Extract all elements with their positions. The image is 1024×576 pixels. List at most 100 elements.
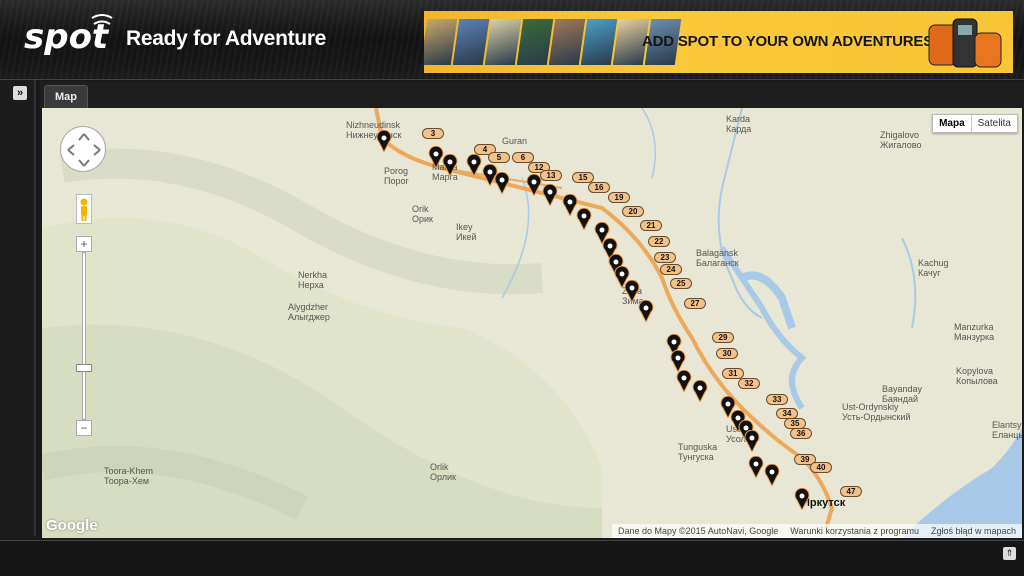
place-name-cyrillic: Икей bbox=[456, 232, 477, 242]
track-point-number[interactable]: 3 bbox=[422, 128, 444, 139]
zoom-slider-thumb[interactable] bbox=[76, 364, 92, 372]
track-point-number[interactable]: 19 bbox=[608, 192, 630, 203]
svg-text:spot: spot bbox=[24, 17, 110, 57]
place-label: Karda Карда bbox=[726, 114, 751, 134]
place-name: Toora-Khem bbox=[104, 466, 154, 476]
place-label: Kachug Качуг bbox=[918, 258, 949, 278]
ad-banner[interactable]: ADD SPOT TO YOUR OWN ADVENTURES >> bbox=[424, 11, 1013, 73]
place-name-cyrillic: Усть-Ордынский bbox=[842, 412, 911, 422]
place-name-cyrillic: Балаганск bbox=[696, 258, 739, 268]
track-point-pin-icon[interactable] bbox=[676, 370, 692, 392]
track-point-pin-icon[interactable] bbox=[624, 280, 640, 302]
track-point-number[interactable]: 23 bbox=[654, 252, 676, 263]
zoom-in-button[interactable]: + bbox=[76, 236, 92, 252]
track-point-pin-icon[interactable] bbox=[466, 154, 482, 176]
place-label: Kopylova Копылова bbox=[956, 366, 998, 386]
place-name-cyrillic: Карда bbox=[726, 124, 752, 134]
zoom-slider-track[interactable] bbox=[82, 252, 86, 420]
place-label: Nerkha Нерха bbox=[298, 270, 327, 290]
collapse-panel-button[interactable]: ⇑ bbox=[1003, 547, 1016, 560]
track-point-number[interactable]: 24 bbox=[660, 264, 682, 275]
track-point-number[interactable]: 33 bbox=[766, 394, 788, 405]
track-point-pin-icon[interactable] bbox=[748, 456, 764, 478]
place-name: Balagansk bbox=[696, 248, 739, 258]
banner-photo bbox=[516, 19, 554, 65]
place-label: Ikey Икей bbox=[456, 222, 477, 242]
place-label: Guran bbox=[502, 136, 527, 146]
place-name: Tunguska bbox=[678, 442, 718, 452]
track-point-number[interactable]: 27 bbox=[684, 298, 706, 309]
place-name-cyrillic: Манзурка bbox=[954, 332, 995, 342]
place-label: Balagansk Балаганск bbox=[696, 248, 739, 268]
track-point-pin-icon[interactable] bbox=[638, 300, 654, 322]
expand-sidebar-button[interactable]: » bbox=[13, 86, 27, 100]
report-error-link[interactable]: Zgłoś błąd w mapach bbox=[931, 524, 1016, 538]
track-point-pin-icon[interactable] bbox=[764, 464, 780, 486]
map-attribution: Dane do Mapy ©2015 AutoNavi, Google Waru… bbox=[612, 524, 1022, 538]
track-point-number[interactable]: 5 bbox=[488, 152, 510, 163]
track-point-pin-icon[interactable] bbox=[692, 380, 708, 402]
track-point-number[interactable]: 47 bbox=[840, 486, 862, 497]
place-name-cyrillic: Еланцы bbox=[992, 430, 1022, 440]
track-point-pin-icon[interactable] bbox=[670, 350, 686, 372]
map-type-satellite-button[interactable]: Satelita bbox=[972, 115, 1017, 132]
track-point-number[interactable]: 36 bbox=[790, 428, 812, 439]
place-name: Karda bbox=[726, 114, 751, 124]
track-point-pin-icon[interactable] bbox=[494, 172, 510, 194]
pan-arrows-icon bbox=[67, 133, 101, 167]
tab-map[interactable]: Map bbox=[44, 85, 88, 108]
map-type-control: Mapa Satelita bbox=[932, 114, 1018, 133]
place-name: Ikey bbox=[456, 222, 473, 232]
banner-photo bbox=[452, 19, 490, 65]
place-name-cyrillic: Тоора-Хем bbox=[104, 476, 150, 486]
place-name: Kachug bbox=[918, 258, 949, 268]
track-point-number[interactable]: 30 bbox=[716, 348, 738, 359]
footer-panel: ⇑ bbox=[0, 540, 1024, 576]
spot-devices-image bbox=[928, 18, 1002, 68]
tab-bar: Map bbox=[40, 82, 1024, 108]
track-point-number[interactable]: 25 bbox=[670, 278, 692, 289]
track-point-pin-icon[interactable] bbox=[526, 174, 542, 196]
place-label: Orlik Орлик bbox=[430, 462, 456, 482]
track-point-number[interactable]: 16 bbox=[588, 182, 610, 193]
site-header: spot Ready for Adventure ADD SPOT TO YOU… bbox=[0, 0, 1024, 80]
place-name: Orlik bbox=[430, 462, 449, 472]
track-point-number[interactable]: 13 bbox=[540, 170, 562, 181]
track-point-pin-icon[interactable] bbox=[744, 430, 760, 452]
pan-control[interactable] bbox=[60, 126, 106, 172]
street-view-pegman-icon[interactable] bbox=[76, 194, 92, 224]
banner-photo bbox=[580, 19, 618, 65]
track-point-number[interactable]: 22 bbox=[648, 236, 670, 247]
track-point-number[interactable]: 32 bbox=[738, 378, 760, 389]
place-name-cyrillic: Копылова bbox=[956, 376, 998, 386]
track-point-number[interactable]: 20 bbox=[622, 206, 644, 217]
map-view[interactable]: Nizhneudinsk Нижнеудинск Karda Карда Guran Po… bbox=[42, 108, 1022, 538]
track-point-pin-icon[interactable] bbox=[794, 488, 810, 510]
attribution-data: Dane do Mapy ©2015 AutoNavi, Google bbox=[618, 526, 779, 536]
track-point-number[interactable]: 40 bbox=[810, 462, 832, 473]
place-label: Bayanday Баяндай bbox=[882, 384, 922, 404]
zoom-out-button[interactable]: − bbox=[76, 420, 92, 436]
terms-link[interactable]: Warunki korzystania z programu bbox=[790, 524, 919, 538]
banner-photo bbox=[424, 19, 458, 65]
place-name-cyrillic: Жигалово bbox=[880, 140, 922, 150]
place-label: Porog Порог bbox=[384, 166, 409, 186]
place-label: Alygdzher Алыгджер bbox=[288, 302, 330, 322]
banner-text[interactable]: ADD SPOT TO YOUR OWN ADVENTURES >> bbox=[642, 33, 954, 50]
place-name: Manzurka bbox=[954, 322, 994, 332]
track-point-pin-icon[interactable] bbox=[376, 130, 392, 152]
place-name: Kopylova bbox=[956, 366, 994, 376]
track-point-pin-icon[interactable] bbox=[442, 154, 458, 176]
place-name: Porog bbox=[384, 166, 409, 176]
place-name: Orik bbox=[412, 204, 429, 214]
track-point-pin-icon[interactable] bbox=[542, 184, 558, 206]
track-point-pin-icon[interactable] bbox=[576, 208, 592, 230]
track-point-number[interactable]: 21 bbox=[640, 220, 662, 231]
map-type-map-button[interactable]: Mapa bbox=[933, 115, 972, 132]
spot-logo[interactable]: spot bbox=[22, 8, 122, 66]
track-point-number[interactable]: 29 bbox=[712, 332, 734, 343]
place-name: Ust-Ordynskiy bbox=[842, 402, 899, 412]
place-label: Orik Орик bbox=[412, 204, 433, 224]
banner-photo bbox=[548, 19, 586, 65]
google-logo: Google bbox=[46, 517, 98, 534]
